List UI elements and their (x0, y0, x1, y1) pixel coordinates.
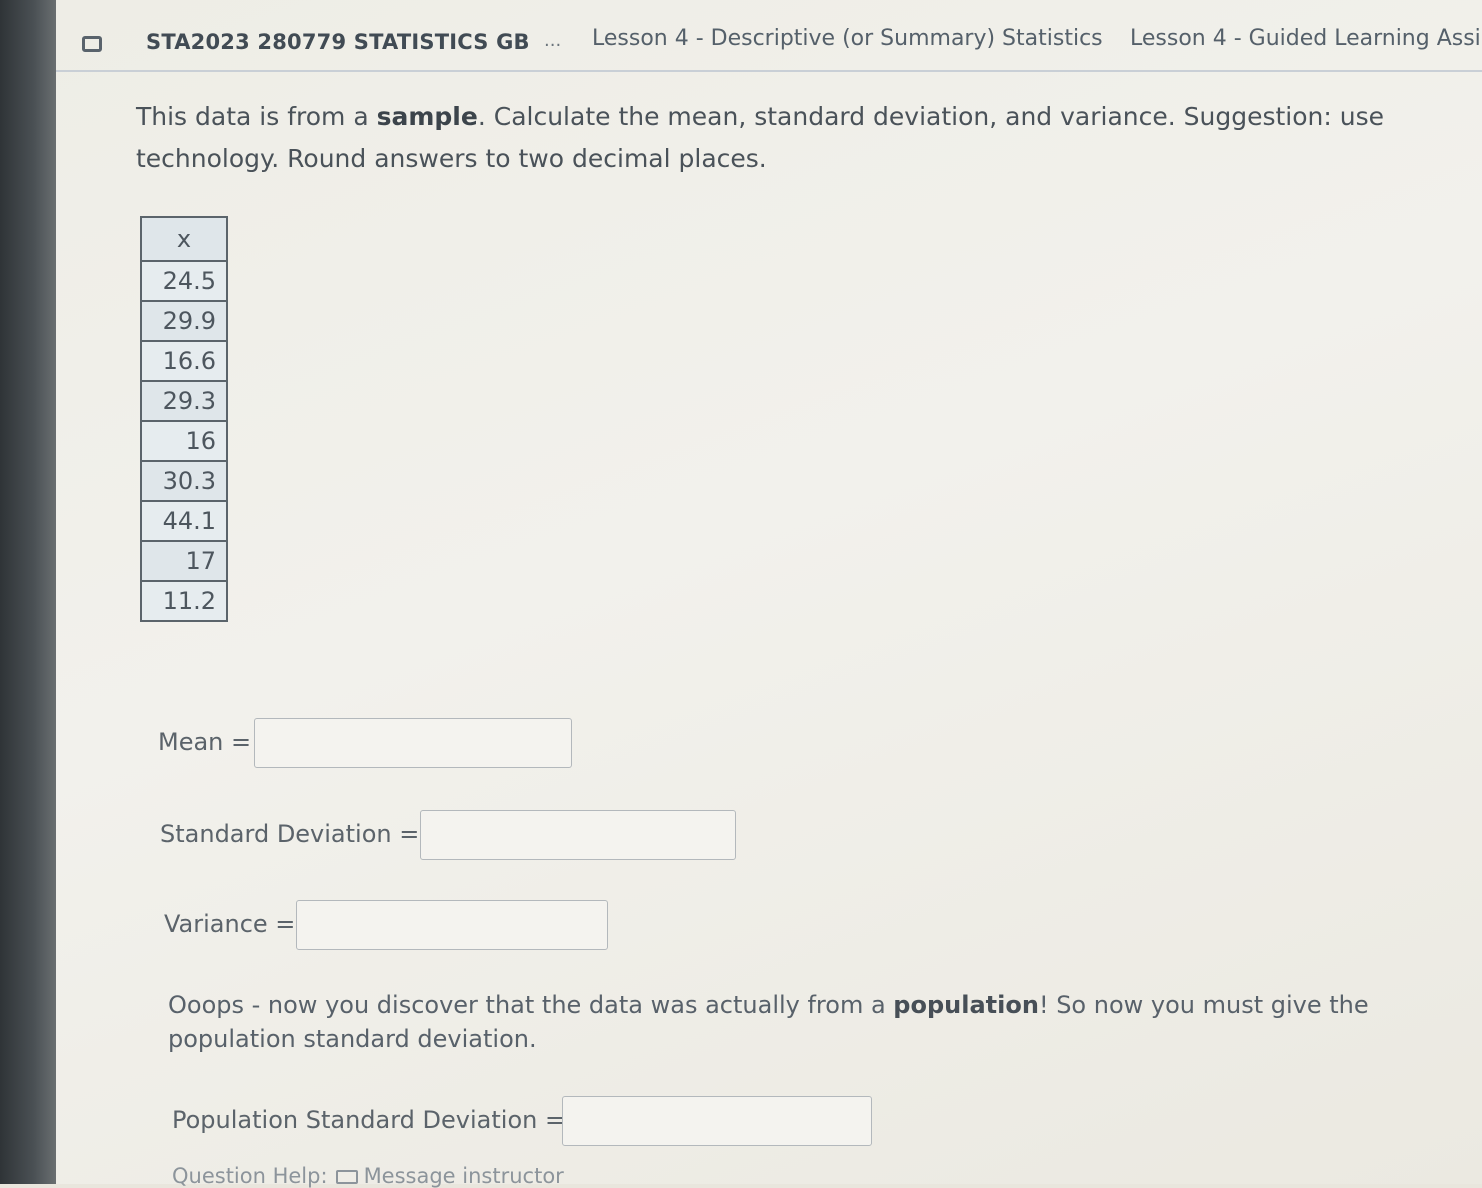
followup-text: Ooops - now you discover that the data w… (168, 988, 1408, 1056)
table-cell: 17 (140, 540, 228, 582)
breadcrumb-assignment[interactable]: Lesson 4 - Guided Learning Assi (1130, 26, 1481, 51)
population-sd-input[interactable] (562, 1096, 872, 1146)
table-cell: 24.5 (140, 260, 228, 302)
breadcrumb-lesson[interactable]: Lesson 4 - Descriptive (or Summary) Stat… (592, 26, 1103, 51)
monitor-bezel (0, 0, 56, 1184)
variance-label: Variance = (164, 910, 296, 938)
message-instructor-link[interactable]: Message instructor (364, 1164, 564, 1188)
variance-input[interactable] (296, 900, 608, 950)
data-table: x 24.5 29.9 16.6 29.3 16 30.3 44.1 17 11… (140, 216, 228, 622)
question-part-1: This data is from a (136, 102, 377, 131)
table-header-x: x (140, 216, 228, 262)
breadcrumb-ellipsis[interactable]: ... (544, 30, 561, 51)
browser-screen: STA2023 280779 STATISTICS GB ... Lesson … (56, 0, 1482, 1188)
mean-input[interactable] (254, 718, 572, 768)
book-icon[interactable] (82, 36, 102, 52)
table-cell: 44.1 (140, 500, 228, 542)
table-cell: 29.3 (140, 380, 228, 422)
mail-icon[interactable] (335, 1170, 358, 1184)
course-navbar: STA2023 280779 STATISTICS GB ... Lesson … (56, 0, 1482, 72)
question-emphasis: sample (376, 102, 478, 131)
question-help-label: Question Help: (172, 1164, 328, 1188)
followup-emphasis: population (893, 991, 1039, 1019)
table-cell: 16 (140, 420, 228, 462)
mean-label: Mean = (158, 728, 252, 756)
question-text: This data is from a sample. Calculate th… (136, 96, 1396, 180)
table-cell: 11.2 (140, 580, 228, 622)
population-sd-label: Population Standard Deviation = (172, 1106, 566, 1134)
table-cell: 16.6 (140, 340, 228, 382)
table-cell: 30.3 (140, 460, 228, 502)
table-cell: 29.9 (140, 300, 228, 342)
course-title[interactable]: STA2023 280779 STATISTICS GB (146, 30, 530, 54)
followup-part-1: Ooops - now you discover that the data w… (168, 991, 894, 1019)
question-help: Question Help: Message instructor (172, 1164, 564, 1188)
sd-input[interactable] (420, 810, 736, 860)
sd-label: Standard Deviation = (160, 820, 420, 848)
